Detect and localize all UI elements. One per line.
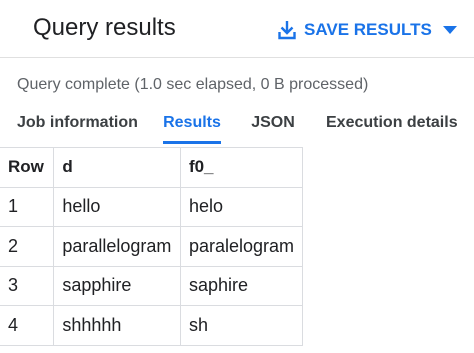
row-number-cell: 1	[0, 186, 55, 227]
save-results-button[interactable]: SAVE RESULTS	[278, 16, 458, 44]
download-icon	[278, 21, 296, 40]
tab-results[interactable]: Results	[163, 104, 221, 144]
results-header: Query results SAVE RESULTS	[0, 0, 474, 58]
query-status: Query complete (1.0 sec elapsed, 0 B pro…	[17, 76, 369, 93]
column-header-f0: f0_	[179, 147, 304, 188]
d-cell: parallelogram	[53, 226, 181, 267]
column-header-row: Row	[0, 147, 55, 188]
d-cell: sapphire	[53, 265, 181, 306]
f0-cell: sh	[179, 305, 304, 346]
f0-cell: paralelogram	[179, 226, 304, 267]
save-results-label: SAVE RESULTS	[304, 20, 432, 39]
tab-json[interactable]: JSON	[251, 104, 295, 144]
caret-down-icon[interactable]	[442, 25, 458, 35]
page-title: Query results	[33, 14, 176, 41]
row-number-cell: 3	[0, 265, 55, 306]
f0-cell: helo	[179, 186, 304, 227]
results-table: Row d f0_ 1 hello helo 2 parallelogram p…	[0, 147, 304, 346]
results-tabs: Job information Results JSON Execution d…	[0, 104, 474, 144]
f0-cell: saphire	[179, 265, 304, 306]
column-header-d: d	[53, 147, 181, 188]
d-cell: shhhhh	[53, 305, 181, 346]
table-header-row: Row d f0_	[0, 147, 304, 188]
row-number-cell: 2	[0, 226, 55, 267]
row-number-cell: 4	[0, 305, 55, 346]
table-row: 2 parallelogram paralelogram	[0, 226, 304, 267]
tab-job-information[interactable]: Job information	[17, 104, 138, 144]
table-row: 4 shhhhh sh	[0, 305, 304, 346]
table-row: 3 sapphire saphire	[0, 265, 304, 306]
tab-execution-details[interactable]: Execution details	[326, 104, 458, 144]
d-cell: hello	[53, 186, 181, 227]
table-row: 1 hello helo	[0, 186, 304, 227]
